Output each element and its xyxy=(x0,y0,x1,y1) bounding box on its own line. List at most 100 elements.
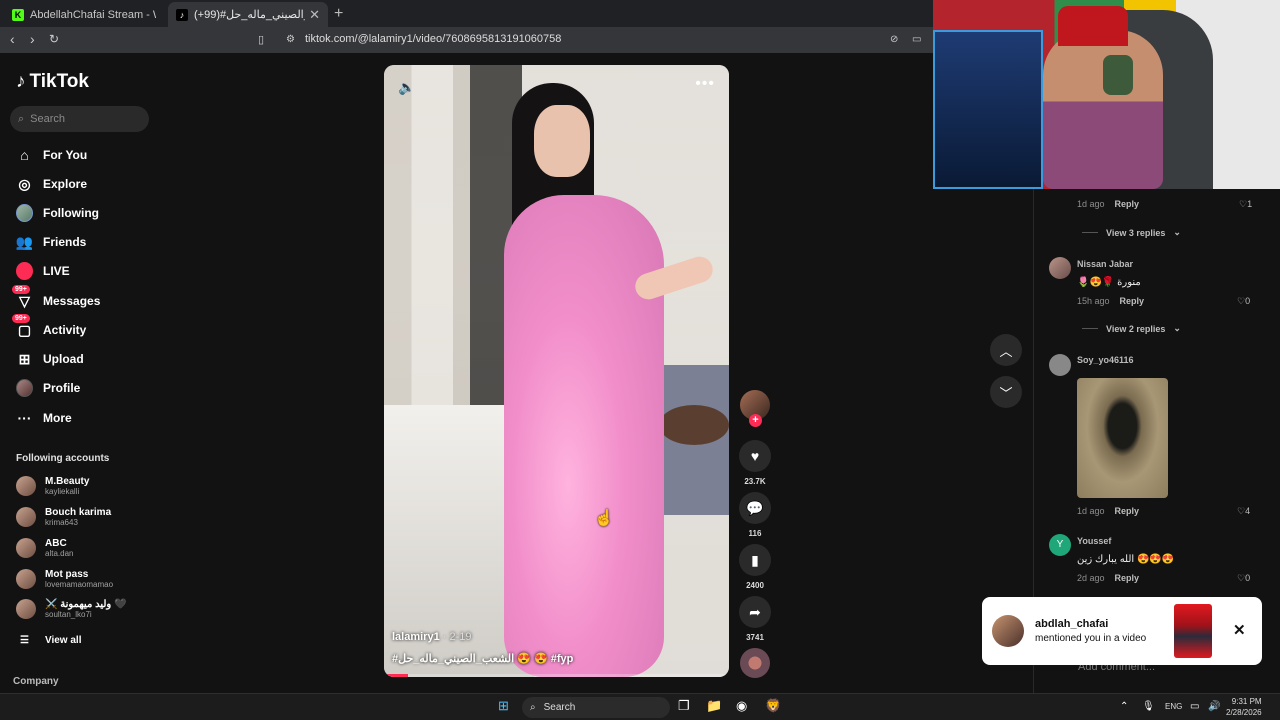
close-tab-icon[interactable]: ✕ xyxy=(309,7,320,23)
windows-start-icon[interactable]: ⊞ xyxy=(498,698,509,714)
nav-for-you[interactable]: ⌂ For You xyxy=(16,144,87,166)
bookmark-icon: ▮ xyxy=(739,544,771,576)
webcam-headset xyxy=(1103,55,1133,95)
comment-icon: 💬 xyxy=(739,492,771,524)
account-item[interactable]: Mot pass lovemamaomamao xyxy=(16,569,113,589)
reply-button[interactable]: Reply xyxy=(1115,199,1140,209)
video-author[interactable]: lalamiry1 · 2-19 xyxy=(392,631,472,643)
microphone-icon[interactable]: 🎙 xyxy=(1142,701,1155,712)
like-button[interactable]: ♥ 23.7K xyxy=(739,440,771,486)
reply-button[interactable]: Reply xyxy=(1115,573,1140,583)
save-button[interactable]: ▮ 2400 xyxy=(739,544,771,590)
address-bar[interactable]: tiktok.com/@lalamiry1/video/760869581319… xyxy=(305,33,561,45)
nav-friends[interactable]: 👥 Friends xyxy=(16,231,87,253)
screen-icon[interactable]: ▭ xyxy=(912,34,921,45)
nav-following[interactable]: Following xyxy=(16,202,99,224)
account-item[interactable]: M.Beauty kayliekalli xyxy=(16,476,89,496)
comment-like[interactable]: ♡4 xyxy=(1237,506,1250,517)
nav-live[interactable]: LIVE xyxy=(16,260,70,282)
volume-icon[interactable]: 🔊 xyxy=(1208,701,1220,712)
chevron-down-icon: ⌄ xyxy=(1173,227,1181,237)
close-icon[interactable]: ✕ xyxy=(1233,621,1246,639)
cast-icon[interactable]: ⊘ xyxy=(890,34,898,45)
account-item[interactable]: ABC alta.dan xyxy=(16,538,73,558)
tab-stream[interactable]: K AbdellahChafai Stream - Watch Live xyxy=(4,2,164,27)
nav-label: More xyxy=(43,411,72,425)
nav-label: Profile xyxy=(43,381,81,395)
network-icon[interactable]: ▭ xyxy=(1190,701,1199,712)
webcam-pc-case xyxy=(933,30,1043,189)
forward-icon[interactable]: › xyxy=(30,31,35,47)
comment-image[interactable] xyxy=(1077,378,1168,498)
tab-title: AbdellahChafai Stream - Watch Live xyxy=(30,8,156,21)
tab-tiktok[interactable]: ♪ (+99)#الشعب_الصيني_ماله_حل 😍 ✕ xyxy=(168,2,328,27)
view-all-link[interactable]: ☰ View all xyxy=(20,635,81,646)
view-replies-button[interactable]: View 2 replies ⌄ xyxy=(1082,323,1181,334)
comment-button[interactable]: 💬 116 xyxy=(739,492,771,538)
file-explorer-icon[interactable]: 📁 xyxy=(706,698,722,714)
video-caption: #الشعب_الصيني_ماله_حل 😍 😍 #fyp xyxy=(392,653,574,665)
task-view-icon[interactable]: ❐ xyxy=(678,698,690,714)
commenter-name[interactable]: Soy_yo46116 xyxy=(1077,355,1134,365)
taskbar-search[interactable]: ⌕ Search xyxy=(522,697,670,718)
share-count: 3741 xyxy=(746,633,764,642)
chevron-down-icon: ⌄ xyxy=(1173,323,1181,333)
account-name: M.Beauty xyxy=(45,476,90,487)
sidebar: ♪ TikTok ⌕ Search ⌂ For You ◎ Explore Fo… xyxy=(0,53,160,693)
video-progress-fill xyxy=(384,674,409,677)
reply-button[interactable]: Reply xyxy=(1115,506,1140,516)
new-tab-icon[interactable]: + xyxy=(334,5,343,23)
commenter-name[interactable]: Nissan Jabar xyxy=(1077,259,1133,269)
language-indicator[interactable]: ENG xyxy=(1165,702,1182,711)
previous-video-button[interactable]: ︿ xyxy=(990,334,1022,366)
site-info-icon[interactable]: ⚙ xyxy=(286,34,295,45)
nav-messages[interactable]: ▽ 99+ Messages xyxy=(12,284,100,312)
comment-like[interactable]: ♡0 xyxy=(1237,296,1250,307)
reply-button[interactable]: Reply xyxy=(1120,296,1145,306)
mention-notification[interactable]: abdlah_chafai mentioned you in a video ✕ xyxy=(982,597,1262,665)
follow-plus-icon[interactable]: + xyxy=(749,414,762,427)
app-icon[interactable]: ◉ xyxy=(736,698,747,714)
back-icon[interactable]: ‹ xyxy=(10,31,15,47)
video-player[interactable]: 🔈 ••• lalamiry1 · 2-19 #الشعب_الصيني_مال… xyxy=(384,65,729,677)
tiktok-favicon-icon: ♪ xyxy=(176,8,188,21)
nav-profile[interactable]: Profile xyxy=(16,377,80,399)
account-name: Mot pass xyxy=(45,569,89,580)
avatar[interactable] xyxy=(1049,354,1071,376)
more-icon: ··· xyxy=(17,410,32,426)
bookmark-icon[interactable]: ▯ xyxy=(258,33,264,46)
brave-browser-icon[interactable]: 🦁 xyxy=(765,698,781,714)
clock[interactable]: 9:31 PM 2/28/2026 xyxy=(1226,696,1262,718)
next-video-button[interactable]: ﹀ xyxy=(990,376,1022,408)
nav-upload[interactable]: ⊞ Upload xyxy=(16,348,84,370)
avatar[interactable] xyxy=(1049,257,1071,279)
notification-message: mentioned you in a video xyxy=(1035,633,1147,644)
account-item[interactable]: Bouch karima krima643 xyxy=(16,507,111,527)
search-input[interactable]: ⌕ Search xyxy=(10,106,149,132)
webcam-streamer xyxy=(1043,30,1163,189)
share-button[interactable]: ➦ 3741 xyxy=(739,596,771,642)
video-progress-bar[interactable] xyxy=(384,674,729,677)
comment-like[interactable]: ♡1 xyxy=(1239,199,1252,210)
nav-activity[interactable]: ▢ 99+ Activity xyxy=(12,313,86,341)
comment-like[interactable]: ♡0 xyxy=(1237,573,1250,584)
account-item[interactable]: ⚔️ وليد ميهمونة 🖤 soultan_lko7i xyxy=(16,599,126,619)
avatar xyxy=(16,476,36,496)
view-replies-button[interactable]: View 3 replies ⌄ xyxy=(1082,227,1181,238)
volume-icon[interactable]: 🔈 xyxy=(398,79,415,96)
nav-more[interactable]: ··· More xyxy=(16,407,72,429)
chevron-up-icon: ︿ xyxy=(999,343,1013,359)
music-disc-icon[interactable] xyxy=(740,648,770,678)
nav-label: Following xyxy=(43,206,99,220)
tiktok-logo[interactable]: ♪ TikTok xyxy=(16,71,89,93)
logo-text: TikTok xyxy=(29,71,89,92)
avatar[interactable]: Y xyxy=(1049,534,1071,556)
reload-icon[interactable]: ↻ xyxy=(49,32,59,46)
more-options-icon[interactable]: ••• xyxy=(695,75,715,93)
commenter-name[interactable]: Youssef xyxy=(1077,536,1111,546)
chevron-up-icon[interactable]: ⌃ xyxy=(1120,701,1128,712)
avatar-letter: Y xyxy=(1056,539,1064,550)
author-name[interactable]: lalamiry1 xyxy=(392,631,440,643)
nav-explore[interactable]: ◎ Explore xyxy=(16,173,87,195)
company-link[interactable]: Company xyxy=(13,676,59,687)
